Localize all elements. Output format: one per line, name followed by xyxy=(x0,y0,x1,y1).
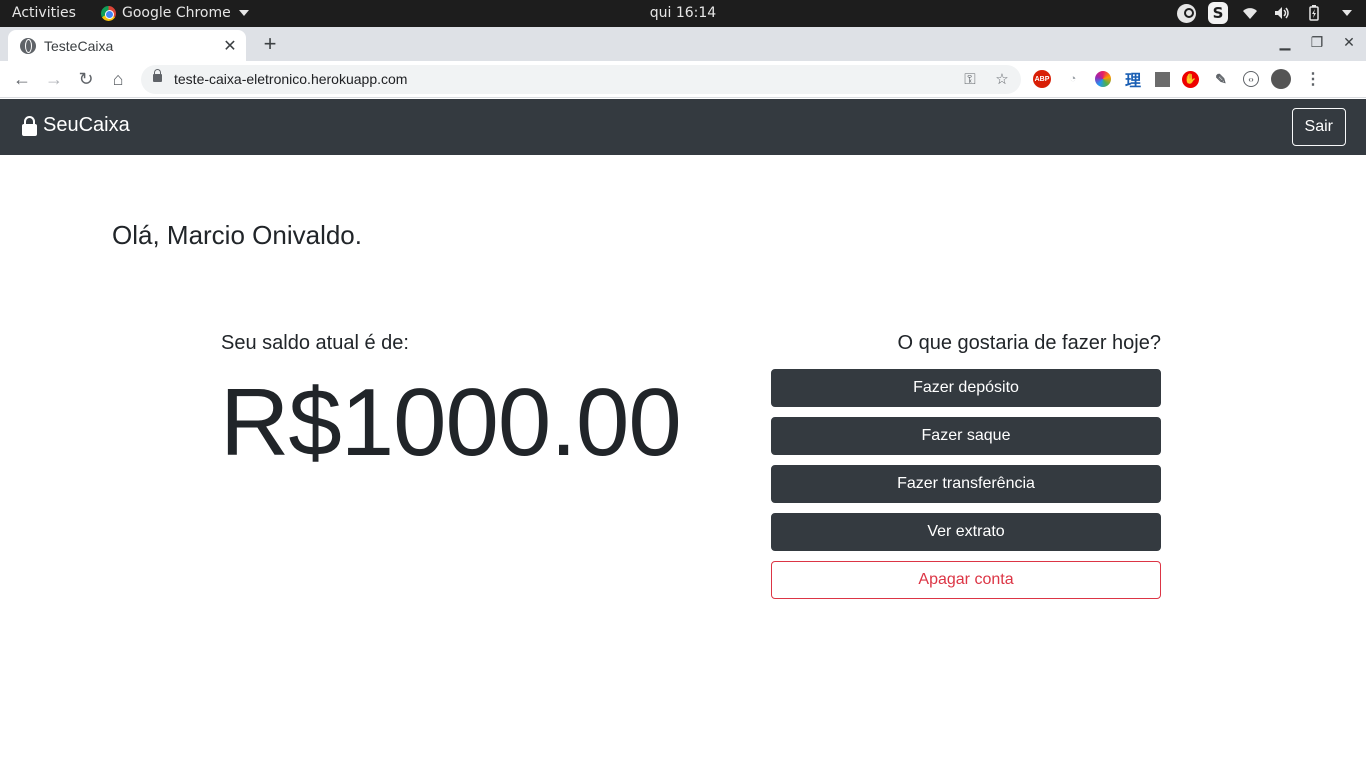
logout-button[interactable]: Sair xyxy=(1291,108,1346,146)
balance-value: R$1000.00 xyxy=(220,369,682,476)
minimize-icon[interactable]: ▁ xyxy=(1276,33,1294,51)
system-tray[interactable]: S xyxy=(1176,2,1356,24)
qr-extension-icon[interactable] xyxy=(1155,71,1170,87)
tab-title: TesteCaixa xyxy=(44,37,114,54)
extensions-row: ABP ◔ 理 ✋ ✎ ‹› ⋮ xyxy=(1033,69,1323,90)
new-tab-button[interactable]: + xyxy=(258,31,282,56)
app-menu[interactable]: Google Chrome xyxy=(101,5,249,21)
star-icon[interactable]: ☆ xyxy=(993,70,1011,88)
url-text[interactable]: teste-caixa-eletronico.herokuapp.com xyxy=(174,71,407,87)
code-extension-icon[interactable]: ‹› xyxy=(1243,71,1259,87)
browser-toolbar: ← → ↻ ⌂ teste-caixa-eletronico.herokuapp… xyxy=(0,61,1366,98)
key-icon[interactable]: ⚿ xyxy=(961,70,979,88)
lock-icon[interactable] xyxy=(153,69,162,82)
forward-icon[interactable]: → xyxy=(43,68,65,90)
back-icon[interactable]: ← xyxy=(11,68,33,90)
system-top-bar: Activities Google Chrome qui 16:14 S xyxy=(0,0,1366,27)
close-tab-icon[interactable]: ✕ xyxy=(220,36,240,56)
app-menu-label: Google Chrome xyxy=(122,5,231,21)
brand-link[interactable]: SeuCaixa xyxy=(22,114,130,137)
app-navbar: SeuCaixa Sair xyxy=(0,99,1366,155)
battery-icon[interactable] xyxy=(1304,3,1324,23)
browser-tab[interactable]: TesteCaixa ✕ xyxy=(8,30,246,61)
window-controls: ▁ ❐ ✕ xyxy=(1276,33,1358,51)
skype-tray-icon[interactable]: S xyxy=(1208,2,1228,24)
address-bar[interactable]: teste-caixa-eletronico.herokuapp.com ⚿ ☆ xyxy=(141,65,1021,94)
activities-button[interactable]: Activities xyxy=(12,5,76,21)
color-extension-icon[interactable] xyxy=(1095,71,1111,87)
greeting-heading: Olá, Marcio Onivaldo. xyxy=(112,220,362,250)
home-icon[interactable]: ⌂ xyxy=(107,68,129,90)
profile-avatar[interactable] xyxy=(1271,69,1291,89)
dictionary-extension-icon[interactable]: 理 xyxy=(1123,69,1143,90)
close-window-icon[interactable]: ✕ xyxy=(1340,33,1358,51)
stop-extension-icon[interactable]: ✋ xyxy=(1182,70,1199,88)
withdraw-button[interactable]: Fazer saque xyxy=(771,417,1161,455)
actions-list: Fazer depósito Fazer saque Fazer transfe… xyxy=(771,369,1161,599)
balance-label: Seu saldo atual é de: xyxy=(221,332,409,354)
tab-strip: TesteCaixa ✕ + ▁ ❐ ✕ xyxy=(0,27,1366,61)
eyedropper-extension-icon[interactable]: ✎ xyxy=(1211,69,1231,89)
chrome-icon xyxy=(101,5,116,21)
volume-icon[interactable] xyxy=(1272,3,1292,23)
chrome-menu-icon[interactable]: ⋮ xyxy=(1303,69,1323,89)
restore-icon[interactable]: ❐ xyxy=(1308,33,1326,51)
statement-button[interactable]: Ver extrato xyxy=(771,513,1161,551)
web-page: SeuCaixa Sair Olá, Marcio Onivaldo. Seu … xyxy=(0,99,1366,768)
reload-icon[interactable]: ↻ xyxy=(75,68,97,90)
timer-extension-icon[interactable]: ◔ xyxy=(1063,69,1083,89)
transfer-button[interactable]: Fazer transferência xyxy=(771,465,1161,503)
actions-title: O que gostaria de fazer hoje? xyxy=(897,332,1161,354)
steam-tray-icon[interactable] xyxy=(1176,3,1196,23)
delete-account-button[interactable]: Apagar conta xyxy=(771,561,1161,599)
system-menu-chevron-icon[interactable] xyxy=(1336,3,1356,23)
globe-icon xyxy=(20,37,36,54)
brand-label: SeuCaixa xyxy=(43,114,130,136)
deposit-button[interactable]: Fazer depósito xyxy=(771,369,1161,407)
chevron-down-icon xyxy=(238,10,249,16)
wifi-icon[interactable] xyxy=(1240,3,1260,23)
adblock-plus-icon[interactable]: ABP xyxy=(1033,70,1051,88)
lock-icon xyxy=(22,115,37,136)
